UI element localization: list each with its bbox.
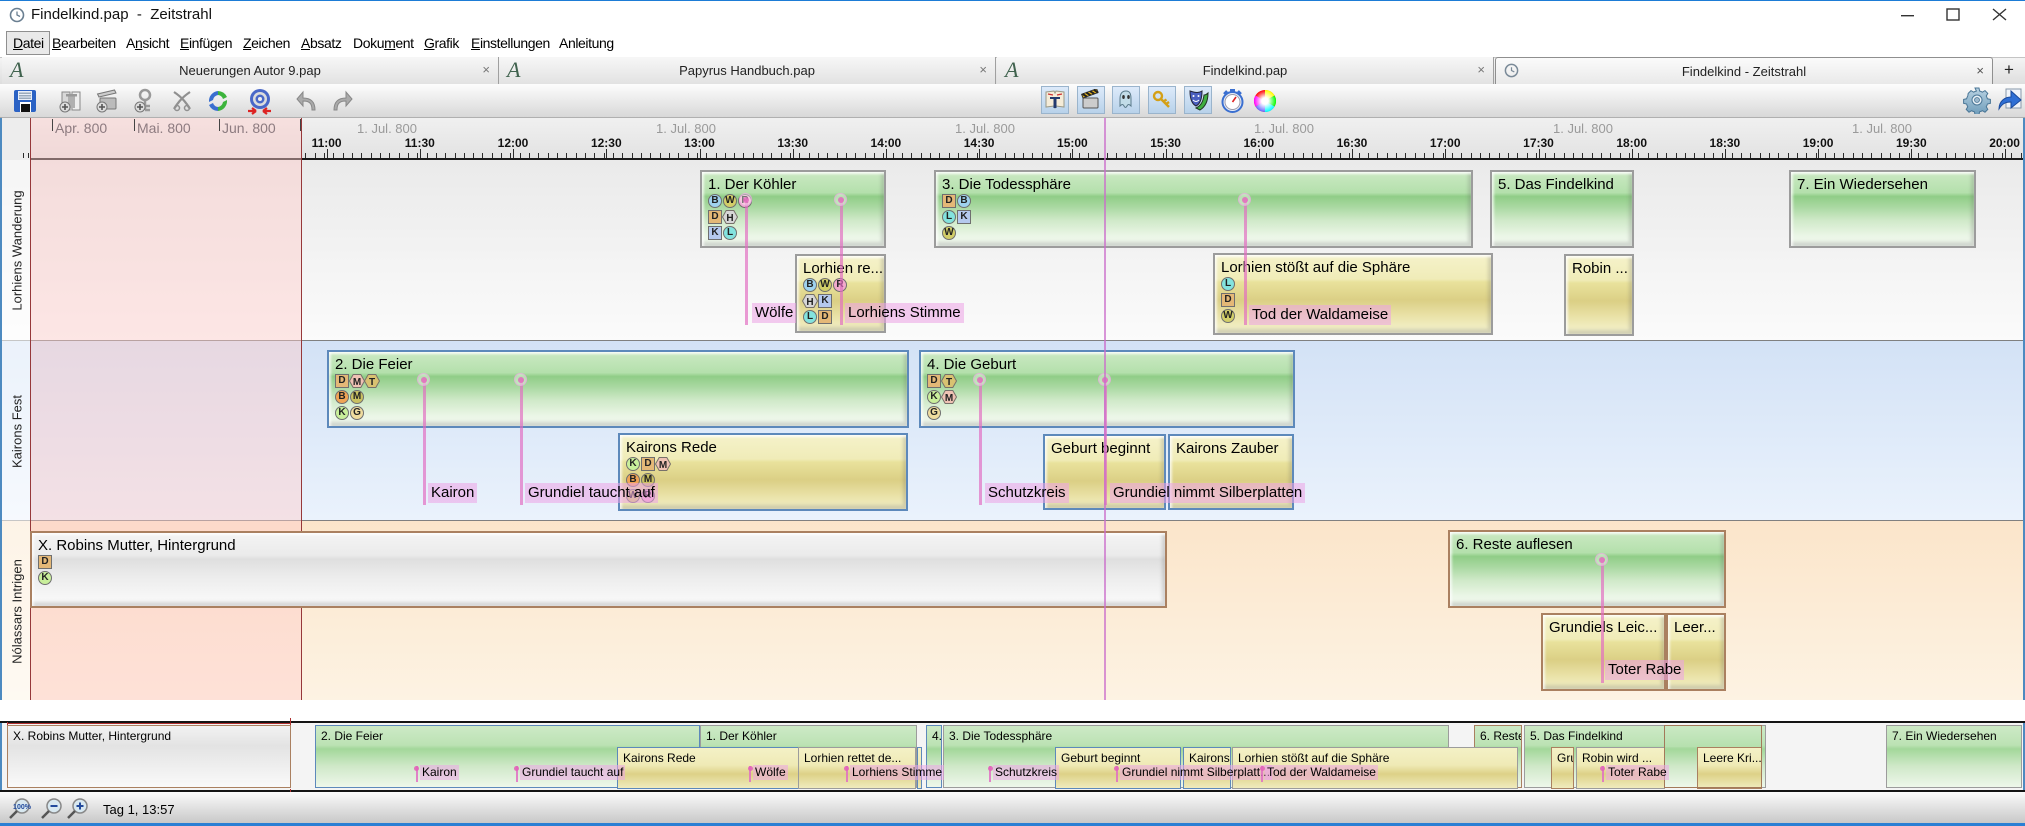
svg-text:T: T	[369, 377, 375, 388]
svg-text:100%: 100%	[13, 804, 32, 811]
svg-text:H: H	[806, 297, 813, 308]
svg-text:H: H	[726, 213, 733, 224]
svg-text:T: T	[946, 377, 952, 388]
svg-text:M: M	[353, 377, 361, 388]
svg-text:M: M	[659, 460, 667, 471]
svg-text:M: M	[945, 393, 953, 404]
